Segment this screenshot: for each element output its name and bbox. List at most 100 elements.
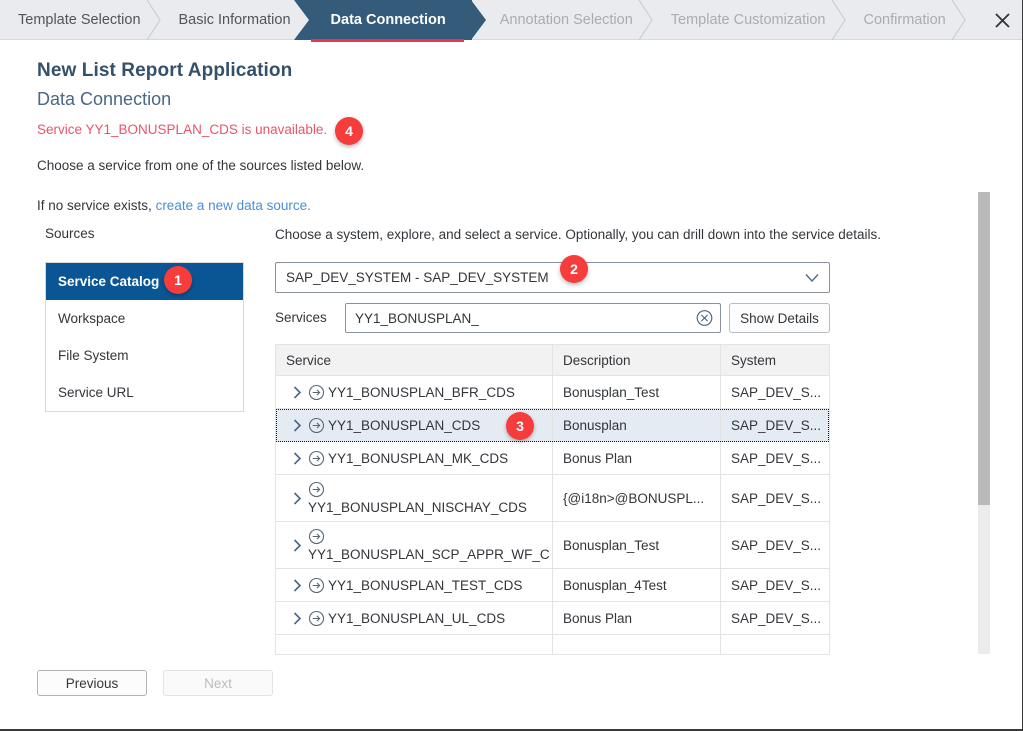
table-header-row: Service Description System — [276, 345, 829, 376]
service-cell: YY1_BONUSPLAN_TEST_CDS — [276, 569, 553, 601]
close-icon — [994, 12, 1011, 29]
service-cell: YY1_BONUSPLAN_BFR_CDS — [276, 376, 553, 408]
table-row[interactable]: YY1_BONUSPLAN_UL_CDS Bonus Plan SAP_DEV_… — [276, 602, 829, 635]
sidebar-item-service-catalog[interactable]: Service Catalog — [46, 263, 243, 300]
sources-label: Sources — [45, 226, 95, 241]
show-details-button[interactable]: Show Details — [729, 303, 830, 333]
wizard-dialog: Template Selection Basic Information Dat… — [0, 0, 1023, 731]
service-name: YY1_BONUSPLAN_TEST_CDS — [328, 577, 523, 593]
scrollbar-thumb[interactable] — [978, 192, 990, 505]
service-arrow-icon — [308, 450, 325, 467]
service-cell: YY1_BONUSPLAN_NISCHAY_CDS — [276, 475, 553, 521]
system-cell: SAP_DEV_S... — [731, 490, 822, 506]
system-select-value: SAP_DEV_SYSTEM - SAP_DEV_SYSTEM — [286, 270, 549, 285]
service-cell: YY1_BONUSPLAN_MK_CDS — [276, 442, 553, 474]
description-cell: Bonusplan — [553, 409, 721, 441]
chevron-right-icon[interactable] — [286, 578, 308, 592]
system-cell: SAP_DEV_S... — [731, 417, 822, 433]
wizard-step-basic-information[interactable]: Basic Information — [161, 0, 311, 40]
description-cell: Bonus Plan — [553, 602, 721, 634]
chevron-right-icon[interactable] — [286, 491, 308, 505]
step-separator-icon — [146, 0, 162, 40]
wizard-step-bar: Template Selection Basic Information Dat… — [0, 0, 1022, 42]
source-item-label: Service Catalog — [58, 273, 160, 289]
service-arrow-icon — [308, 481, 325, 498]
chevron-right-icon[interactable] — [286, 538, 308, 552]
table-row[interactable]: YY1_BONUSPLAN_BFR_CDS Bonusplan_Test SAP… — [276, 376, 829, 409]
active-step-underline — [310, 39, 464, 42]
chevron-right-icon[interactable] — [286, 451, 308, 465]
chevron-right-icon[interactable] — [286, 611, 308, 625]
table-row[interactable]: YY1_BONUSPLAN_SCP_APPR_WF_C Bonusplan_Te… — [276, 522, 829, 569]
previous-label: Previous — [65, 675, 119, 691]
table-row[interactable]: YY1_BONUSPLAN_TEST_CDS Bonusplan_4Test S… — [276, 569, 829, 602]
wizard-steps: Template Selection Basic Information Dat… — [0, 0, 966, 42]
service-cell: YY1_BONUSPLAN_UL_CDS — [276, 602, 553, 634]
annotation-badge-1: 1 — [164, 266, 192, 294]
system-cell — [721, 635, 829, 654]
description-cell: Bonusplan_Test — [553, 522, 721, 568]
service-arrow-icon — [308, 417, 325, 434]
system-cell: SAP_DEV_S... — [731, 577, 822, 593]
show-details-label: Show Details — [740, 310, 819, 326]
service-arrow-icon — [308, 610, 325, 627]
wizard-step-label: Basic Information — [178, 12, 291, 28]
create-data-source-link[interactable]: create a new data source. — [156, 198, 311, 213]
service-cell: YY1_BONUSPLAN_SCP_APPR_WF_C — [276, 522, 553, 568]
description-cell: {@i18n>@BONUSPL... — [553, 475, 721, 521]
source-item-label: Workspace — [58, 310, 126, 326]
services-label: Services — [275, 310, 327, 325]
sidebar-item-service-url[interactable]: Service URL — [46, 374, 243, 411]
annotation-badge-4: 4 — [335, 117, 363, 145]
description-cell: Bonusplan_Test — [553, 376, 721, 408]
description-cell: Bonus Plan — [553, 442, 721, 474]
column-header-service[interactable]: Service — [276, 345, 553, 375]
page-title: New List Report Application — [37, 60, 293, 81]
next-label: Next — [204, 675, 232, 691]
next-button: Next — [163, 670, 273, 696]
wizard-step-annotation-selection[interactable]: Annotation Selection — [472, 0, 653, 40]
source-item-label: Service URL — [58, 384, 134, 400]
table-row[interactable]: YY1_BONUSPLAN_MK_CDS Bonus Plan SAP_DEV_… — [276, 442, 829, 475]
wizard-step-template-customization[interactable]: Template Customization — [653, 0, 846, 40]
sidebar-item-workspace[interactable]: Workspace — [46, 300, 243, 337]
step-separator-icon — [638, 0, 654, 40]
annotation-badge-2: 2 — [560, 255, 588, 283]
description-cell: Bonusplan_4Test — [553, 569, 721, 601]
service-cell — [276, 635, 553, 654]
previous-button[interactable]: Previous — [37, 670, 147, 696]
no-service-prefix: If no service exists, — [37, 198, 152, 213]
column-header-description[interactable]: Description — [553, 345, 721, 375]
close-button[interactable] — [981, 0, 1022, 40]
services-table: Service Description System YY1_BONUSPLAN… — [275, 344, 830, 655]
vertical-scrollbar[interactable] — [978, 192, 990, 654]
service-name: YY1_BONUSPLAN_SCP_APPR_WF_C — [308, 547, 550, 562]
system-select[interactable]: SAP_DEV_SYSTEM - SAP_DEV_SYSTEM — [275, 262, 830, 293]
selected-service-row[interactable]: YY1_BONUSPLAN_CDS Bonusplan SAP_DEV_S... — [276, 409, 829, 442]
sidebar-item-file-system[interactable]: File System — [46, 337, 243, 374]
no-service-hint: If no service exists, create a new data … — [37, 198, 311, 213]
wizard-step-data-connection[interactable]: Data Connection — [293, 0, 486, 42]
service-name: YY1_BONUSPLAN_BFR_CDS — [328, 384, 515, 400]
chevron-right-icon[interactable] — [286, 385, 308, 399]
choose-system-text: Choose a system, explore, and select a s… — [275, 227, 882, 242]
table-row[interactable] — [276, 635, 829, 654]
column-header-system[interactable]: System — [721, 345, 829, 375]
source-item-label: File System — [58, 347, 129, 363]
service-name: YY1_BONUSPLAN_NISCHAY_CDS — [308, 500, 527, 515]
clear-circle-icon[interactable] — [696, 310, 713, 327]
wizard-step-label: Data Connection — [330, 12, 446, 28]
search-input[interactable]: YY1_BONUSPLAN_ — [345, 303, 721, 333]
chevron-right-icon[interactable] — [286, 418, 308, 432]
system-cell: SAP_DEV_S... — [731, 384, 822, 400]
table-row[interactable]: YY1_BONUSPLAN_NISCHAY_CDS {@i18n>@BONUSP… — [276, 475, 829, 522]
wizard-step-label: Template Selection — [18, 12, 141, 28]
error-message: Service YY1_BONUSPLAN_CDS is unavailable… — [37, 122, 328, 137]
service-name: YY1_BONUSPLAN_UL_CDS — [328, 610, 506, 626]
service-arrow-icon — [308, 577, 325, 594]
description-cell — [553, 635, 721, 654]
wizard-step-template-selection[interactable]: Template Selection — [0, 0, 161, 40]
wizard-step-confirmation[interactable]: Confirmation — [846, 0, 966, 40]
system-cell: SAP_DEV_S... — [731, 610, 822, 626]
system-cell: SAP_DEV_S... — [731, 537, 822, 553]
